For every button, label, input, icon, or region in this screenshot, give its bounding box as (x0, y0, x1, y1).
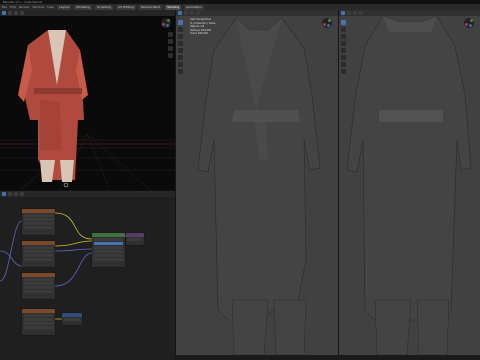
menu-render[interactable]: Render (19, 5, 30, 9)
material-output-node[interactable] (126, 233, 144, 245)
status-bar (175, 355, 480, 360)
image-texture-node[interactable] (22, 273, 55, 299)
orientation-gizmo-icon[interactable] (322, 18, 332, 28)
robe-back-mesh (346, 15, 472, 356)
image-texture-node[interactable] (22, 309, 55, 335)
tab-uv-editing[interactable]: UV Editing (116, 4, 136, 10)
tab-sculpting[interactable]: Sculpting (95, 4, 114, 10)
viewport-nav-tools (168, 32, 173, 58)
render-scene (0, 30, 175, 190)
robe-render (18, 30, 88, 182)
front-viewport[interactable]: User Perspective (1) Collection | Robe O… (175, 10, 338, 360)
robe-front-mesh (197, 17, 321, 356)
image-texture-node[interactable] (22, 241, 55, 267)
tab-layout[interactable]: Layout (57, 4, 72, 10)
back-viewport[interactable] (338, 10, 480, 360)
3d-cursor-icon (63, 182, 69, 188)
tab-animation[interactable]: Animation (184, 4, 204, 10)
principled-bsdf-node[interactable] (92, 233, 125, 267)
menu-file[interactable]: File (2, 5, 7, 9)
shader-node-editor[interactable] (0, 190, 175, 360)
image-texture-node[interactable] (22, 209, 55, 235)
tab-shading[interactable]: Shading (165, 4, 182, 10)
floor-grid (0, 133, 175, 190)
tab-modeling[interactable]: Modeling (74, 4, 93, 10)
normal-map-node[interactable] (62, 313, 82, 325)
menu-window[interactable]: Window (33, 5, 45, 9)
grid-icon[interactable] (168, 53, 173, 58)
render-preview-viewport[interactable] (0, 10, 175, 190)
orientation-gizmo-icon[interactable] (464, 18, 474, 28)
menu-edit[interactable]: Edit (10, 5, 16, 9)
menu-help[interactable]: Help (47, 5, 54, 9)
orientation-gizmo-icon[interactable] (161, 18, 171, 28)
camera-icon[interactable] (168, 46, 173, 51)
tab-texture-paint[interactable]: Texture Paint (138, 4, 163, 10)
zoom-icon[interactable] (168, 32, 173, 37)
pan-icon[interactable] (168, 39, 173, 44)
